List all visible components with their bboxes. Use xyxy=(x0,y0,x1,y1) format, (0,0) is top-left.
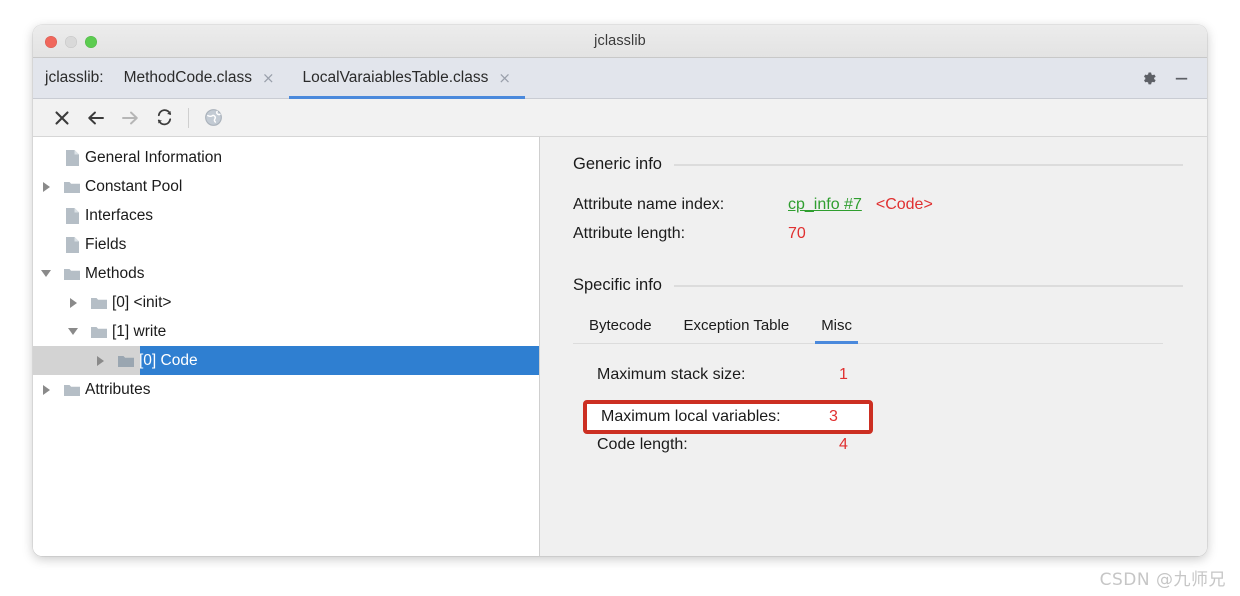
max-stack-size-label: Maximum stack size: xyxy=(597,366,839,384)
tabbar-actions xyxy=(1139,58,1207,99)
code-length-row: Code length: 4 xyxy=(597,436,1183,470)
document-icon xyxy=(59,236,85,254)
max-stack-size-value: 1 xyxy=(839,366,848,384)
screenshot-root: jclasslib jclasslib: MethodCode.class × … xyxy=(0,0,1240,596)
attribute-length-row: Attribute length: 70 xyxy=(573,225,1183,243)
cp-info-link[interactable]: cp_info #7 xyxy=(788,196,862,214)
section-title: Generic info xyxy=(573,155,662,174)
tree-item-constant-pool[interactable]: Constant Pool xyxy=(33,172,539,201)
tree-item-attributes[interactable]: Attributes xyxy=(33,375,539,404)
section-title: Specific info xyxy=(573,276,662,295)
document-icon xyxy=(59,149,85,167)
specific-info-header: Specific info xyxy=(573,276,1183,295)
tab-exception-table[interactable]: Exception Table xyxy=(668,317,806,344)
expand-arrow[interactable] xyxy=(60,298,86,308)
attribute-length-value: 70 xyxy=(788,225,806,243)
navigation-toolbar xyxy=(33,99,1207,137)
misc-tab-content: Maximum stack size: 1 Maximum local vari… xyxy=(573,344,1183,470)
gear-icon[interactable] xyxy=(1139,69,1158,88)
close-icon[interactable]: × xyxy=(498,71,511,86)
tree-item-fields[interactable]: Fields xyxy=(33,230,539,259)
window-titlebar: jclasslib xyxy=(33,25,1207,58)
expand-arrow[interactable] xyxy=(87,356,113,366)
editor-tabbar: jclasslib: MethodCode.class × LocalVarai… xyxy=(33,58,1207,99)
tab-methodcode-class[interactable]: MethodCode.class × xyxy=(110,58,289,99)
folder-icon xyxy=(113,353,139,369)
max-local-variables-value: 3 xyxy=(829,408,838,426)
tree-item-general-information[interactable]: General Information xyxy=(33,143,539,172)
tree-item-label: [0] <init> xyxy=(112,294,179,312)
collapse-arrow[interactable] xyxy=(33,270,59,277)
detail-tabs: Bytecode Exception Table Misc xyxy=(573,317,1183,344)
tree-item-interfaces[interactable]: Interfaces xyxy=(33,201,539,230)
tab-label: MethodCode.class xyxy=(124,69,252,87)
section-divider xyxy=(674,285,1183,287)
browse-globe-icon xyxy=(196,103,230,133)
folder-icon xyxy=(86,295,112,311)
folder-icon xyxy=(86,324,112,340)
max-stack-size-row: Maximum stack size: 1 xyxy=(597,366,1183,400)
minimize-icon[interactable] xyxy=(1172,69,1191,88)
close-icon[interactable] xyxy=(45,103,79,133)
minimize-window-button[interactable] xyxy=(65,36,77,48)
tree-item-attribute-0-code[interactable]: [0] Code xyxy=(33,346,539,375)
generic-info-header: Generic info xyxy=(573,155,1183,174)
attribute-name-index-value: <Code> xyxy=(876,196,933,214)
expand-arrow[interactable] xyxy=(33,182,59,192)
detail-tabs-divider xyxy=(573,343,1163,344)
tree-item-label: Attributes xyxy=(85,381,158,399)
tab-label: LocalVaraiablesTable.class xyxy=(303,69,489,87)
code-length-value: 4 xyxy=(839,436,848,454)
window-traffic-lights xyxy=(45,25,97,58)
reload-icon[interactable] xyxy=(147,103,181,133)
tree-item-label: Fields xyxy=(85,236,134,254)
attribute-name-index-row: Attribute name index: cp_info #7 <Code> xyxy=(573,196,1183,214)
zoom-window-button[interactable] xyxy=(85,36,97,48)
tree-item-label: [1] write xyxy=(112,323,174,341)
jclasslib-window: jclasslib jclasslib: MethodCode.class × … xyxy=(33,25,1207,556)
tree-item-method-0-init[interactable]: [0] <init> xyxy=(33,288,539,317)
tree-item-methods[interactable]: Methods xyxy=(33,259,539,288)
back-arrow-icon[interactable] xyxy=(79,103,113,133)
collapse-arrow[interactable] xyxy=(60,328,86,335)
max-local-variables-label: Maximum local variables: xyxy=(601,408,829,426)
tree-item-label: [0] Code xyxy=(139,352,206,370)
tabbar-prefix-label: jclasslib: xyxy=(33,69,110,87)
attribute-name-index-label: Attribute name index: xyxy=(573,196,788,214)
code-length-label: Code length: xyxy=(597,436,839,454)
close-window-button[interactable] xyxy=(45,36,57,48)
watermark: CSDN @九师兄 xyxy=(1100,565,1226,590)
folder-icon xyxy=(59,382,85,398)
attribute-length-label: Attribute length: xyxy=(573,225,788,243)
window-body: General Information Constant Pool xyxy=(33,137,1207,556)
tree-item-label: Interfaces xyxy=(85,207,161,225)
close-icon[interactable]: × xyxy=(262,71,275,86)
spacer xyxy=(573,254,1183,276)
tree-item-label: Constant Pool xyxy=(85,178,190,196)
folder-icon xyxy=(59,179,85,195)
tree-item-method-1-write[interactable]: [1] write xyxy=(33,317,539,346)
tab-localvaraiablestable-class[interactable]: LocalVaraiablesTable.class × xyxy=(289,58,525,99)
tree-item-label: Methods xyxy=(85,265,152,283)
toolbar-divider xyxy=(188,108,189,128)
document-icon xyxy=(59,207,85,225)
folder-icon xyxy=(59,266,85,282)
window-title: jclasslib xyxy=(33,33,1207,49)
class-structure-tree[interactable]: General Information Constant Pool xyxy=(33,137,540,556)
max-local-variables-row-highlighted: Maximum local variables: 3 xyxy=(583,400,873,434)
tree-item-label: General Information xyxy=(85,149,230,167)
tab-misc[interactable]: Misc xyxy=(805,317,868,344)
section-divider xyxy=(674,164,1183,166)
attribute-detail-panel: Generic info Attribute name index: cp_in… xyxy=(540,137,1207,556)
tab-bytecode[interactable]: Bytecode xyxy=(573,317,668,344)
forward-arrow-icon xyxy=(113,103,147,133)
expand-arrow[interactable] xyxy=(33,385,59,395)
